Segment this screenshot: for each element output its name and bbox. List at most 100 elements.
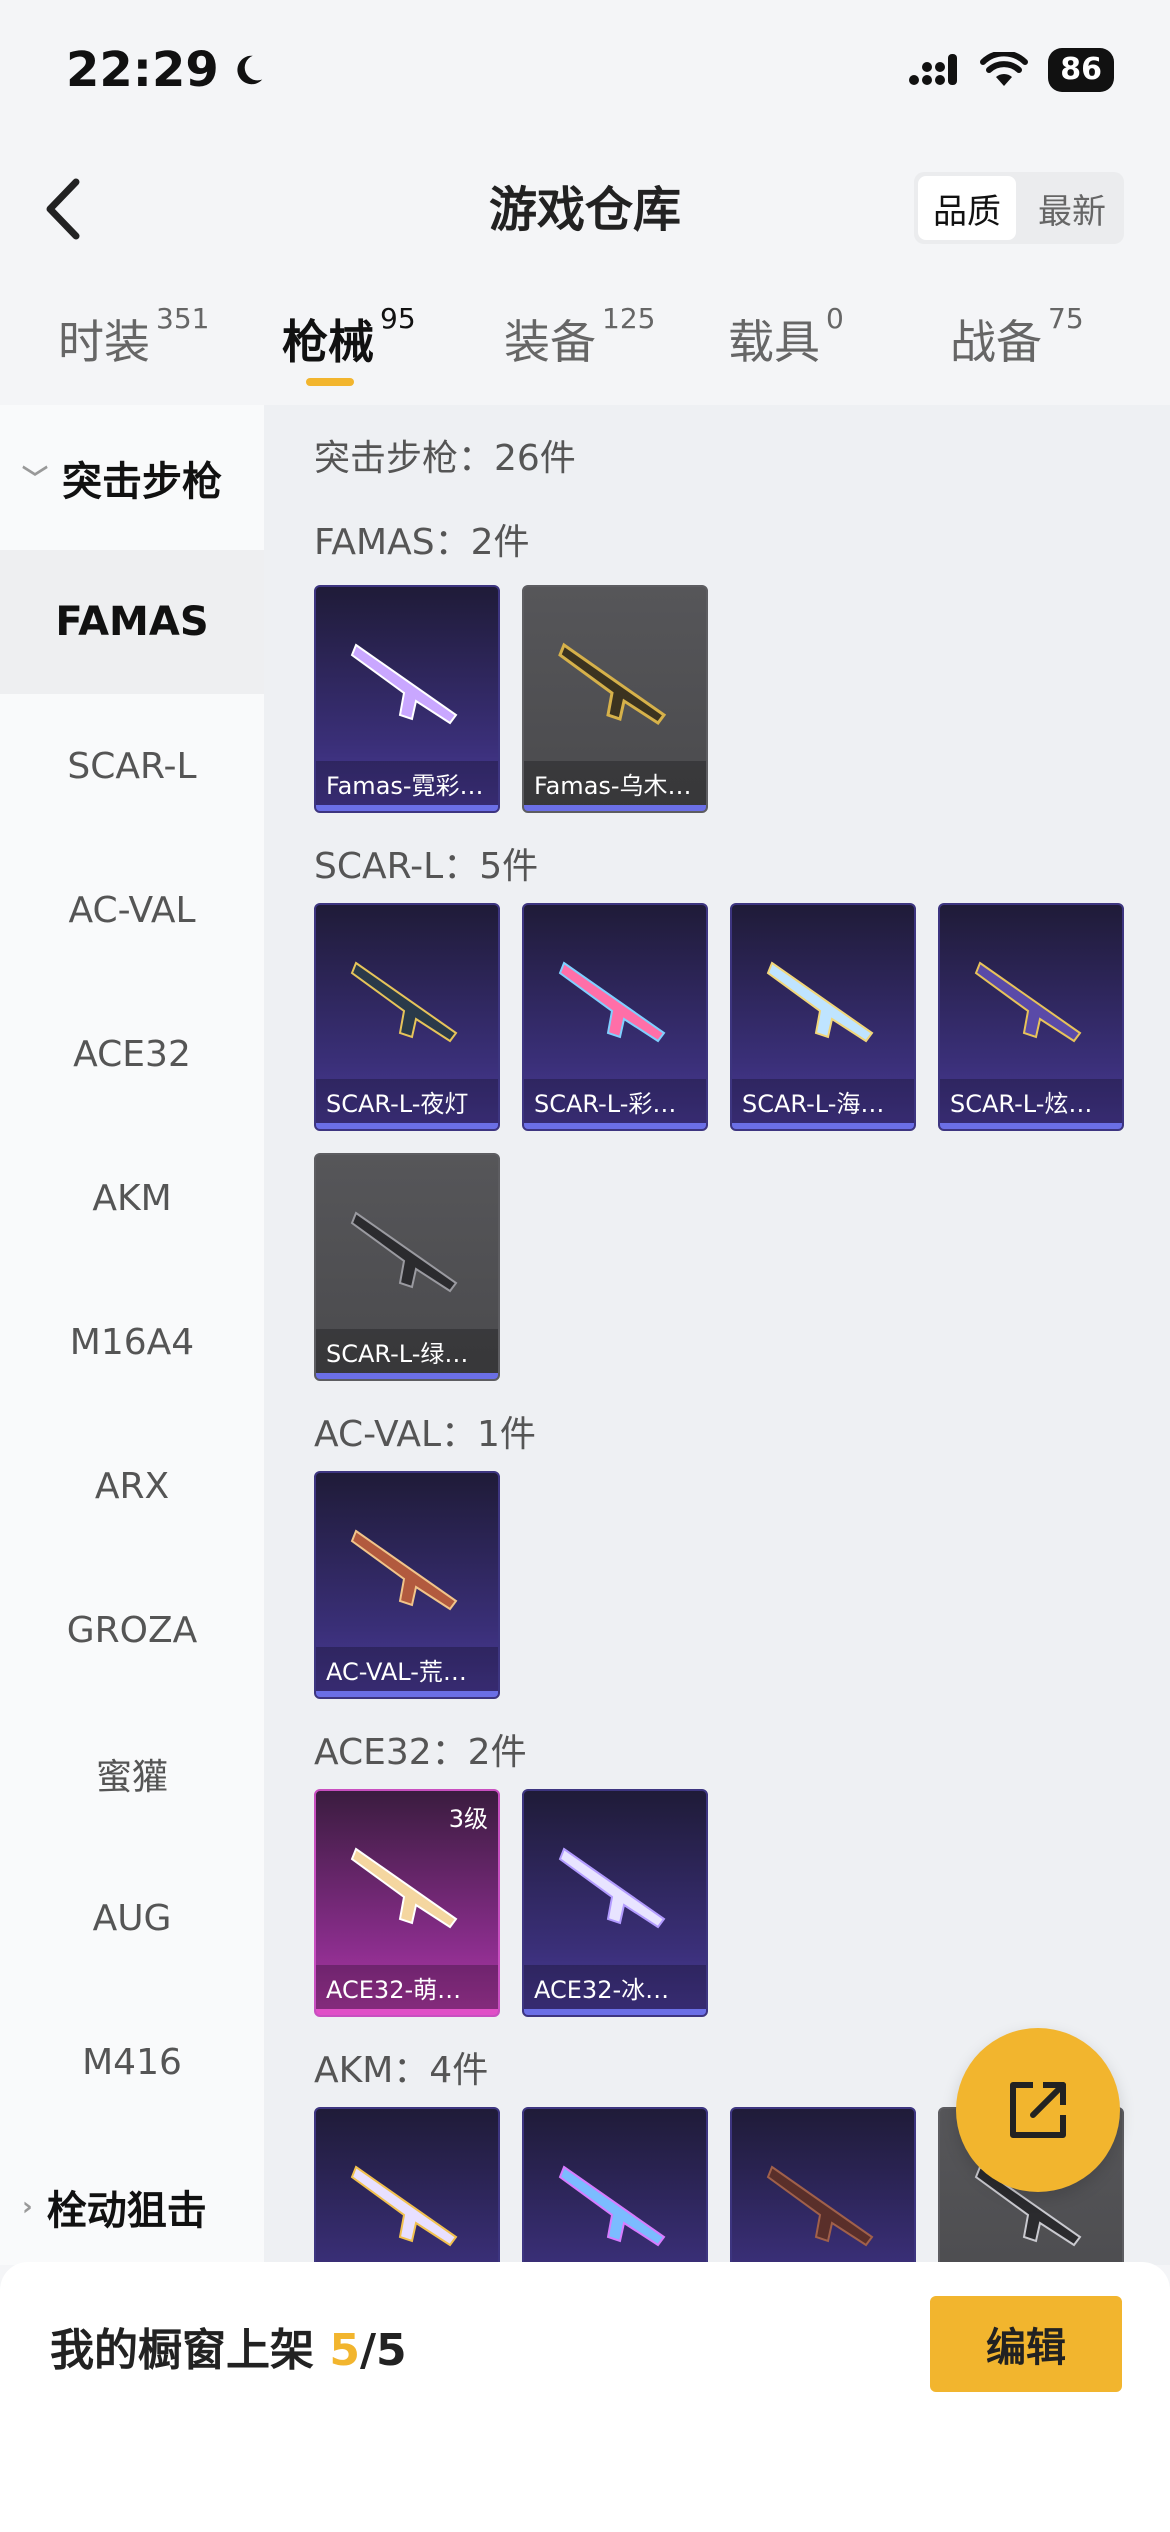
group-title-famas: FAMAS：2件 bbox=[314, 522, 530, 563]
rarity-bar bbox=[940, 1123, 1122, 1129]
tab-count: 75 bbox=[1048, 302, 1084, 335]
skin-card[interactable]: Famas-霓彩… bbox=[314, 585, 500, 813]
tab-label: 枪械 bbox=[282, 315, 374, 369]
tab-supplies[interactable]: 战备 75 bbox=[950, 302, 1084, 372]
skin-card[interactable]: SCAR-L-炫… bbox=[938, 903, 1124, 1131]
sort-option-latest[interactable]: 最新 bbox=[1020, 172, 1124, 244]
rifle-icon bbox=[558, 961, 666, 1043]
status-bar: 22:29 86 bbox=[0, 0, 1170, 140]
nav-item-m16a4[interactable]: M16A4 bbox=[0, 1270, 264, 1414]
skin-card[interactable]: SCAR-L-夜灯 bbox=[314, 903, 500, 1131]
showcase-total: /5 bbox=[359, 2325, 407, 2376]
nav-item-scar-l[interactable]: SCAR-L bbox=[0, 694, 264, 838]
clock-text: 22:29 bbox=[66, 42, 219, 98]
rarity-bar bbox=[524, 805, 706, 811]
tab-label: 载具 bbox=[728, 315, 820, 369]
sort-toggle: 品质 最新 bbox=[914, 172, 1124, 244]
skin-label: ACE32-冰… bbox=[524, 1965, 706, 2009]
rarity-bar bbox=[316, 805, 498, 811]
skin-card[interactable]: SCAR-L-彩… bbox=[522, 903, 708, 1131]
header: 游戏仓库 品质 最新 bbox=[0, 140, 1170, 270]
chevron-down-icon: ﹀ bbox=[22, 465, 49, 495]
nav-item-arx[interactable]: ARX bbox=[0, 1414, 264, 1558]
chevron-right-icon: › bbox=[22, 2191, 33, 2222]
nav-group-label: 栓动狙击 bbox=[46, 2187, 207, 2234]
tab-count: 125 bbox=[602, 302, 656, 335]
rarity-bar bbox=[316, 1691, 498, 1697]
skin-card[interactable]: Famas-乌木… bbox=[522, 585, 708, 813]
rifle-icon bbox=[350, 1529, 458, 1611]
skin-card[interactable]: ACE32-冰… bbox=[522, 1789, 708, 2017]
rifle-icon bbox=[558, 1847, 666, 1929]
showcase-status: 我的橱窗上架 5/5 bbox=[50, 2314, 407, 2378]
side-nav: ﹀ 突击步枪 FAMAS SCAR-L AC-VAL ACE32 AKM M16… bbox=[0, 405, 264, 2265]
tab-count: 0 bbox=[826, 302, 844, 335]
rarity-bar bbox=[316, 2009, 498, 2015]
nav-item-akm[interactable]: AKM bbox=[0, 1126, 264, 1270]
nav-item-honey-badger[interactable]: 蜜獾 bbox=[0, 1702, 264, 1846]
nav-item-famas[interactable]: FAMAS bbox=[0, 550, 264, 694]
share-button[interactable] bbox=[956, 2028, 1120, 2192]
skin-card[interactable]: AC-VAL-荒… bbox=[314, 1471, 500, 1699]
rifle-icon bbox=[350, 961, 458, 1043]
skin-label: SCAR-L-绿… bbox=[316, 1329, 498, 1373]
tab-count: 351 bbox=[156, 302, 210, 335]
rifle-icon bbox=[350, 1847, 458, 1929]
rarity-bar bbox=[524, 1123, 706, 1129]
rifle-icon bbox=[766, 961, 874, 1043]
skin-card[interactable]: SCAR-L-海… bbox=[730, 903, 916, 1131]
rifle-icon bbox=[350, 643, 458, 725]
rifle-icon bbox=[974, 961, 1082, 1043]
skin-label: SCAR-L-海… bbox=[732, 1079, 914, 1123]
nav-item-m416[interactable]: M416 bbox=[0, 1990, 264, 2134]
nav-item-aug[interactable]: AUG bbox=[0, 1846, 264, 1990]
battery-indicator: 86 bbox=[1048, 48, 1114, 92]
tab-vehicles[interactable]: 载具 0 bbox=[728, 302, 844, 372]
inventory-content: 突击步枪：26件 FAMAS：2件 Famas-霓彩… Famas-乌木… SC… bbox=[264, 405, 1170, 2265]
section-total: 突击步枪：26件 bbox=[314, 438, 576, 479]
status-icons: 86 bbox=[908, 48, 1114, 92]
page-title: 游戏仓库 bbox=[488, 182, 681, 238]
group-title-ac-val: AC-VAL：1件 bbox=[314, 1414, 536, 1455]
tab-fashion[interactable]: 时装 351 bbox=[58, 302, 209, 372]
skin-card[interactable]: 3级 ACE32-萌… bbox=[314, 1789, 500, 2017]
tab-label: 时装 bbox=[58, 315, 150, 369]
nav-item-groza[interactable]: GROZA bbox=[0, 1558, 264, 1702]
sort-option-quality[interactable]: 品质 bbox=[918, 176, 1016, 240]
skin-card[interactable]: SCAR-L-绿… bbox=[314, 1153, 500, 1381]
signal-icon bbox=[909, 54, 958, 85]
rarity-bar bbox=[316, 1123, 498, 1129]
group-title-ace32: ACE32：2件 bbox=[314, 1732, 527, 1773]
back-arrow-icon[interactable] bbox=[36, 174, 96, 244]
tab-label: 装备 bbox=[504, 315, 596, 369]
rifle-icon bbox=[350, 1211, 458, 1293]
category-tabs: 时装 351 枪械 95 装备 125 载具 0 战备 75 bbox=[0, 290, 1170, 400]
wifi-icon bbox=[980, 52, 1029, 86]
tab-guns[interactable]: 枪械 95 bbox=[282, 302, 416, 372]
skin-card[interactable] bbox=[314, 2107, 500, 2265]
skin-label: SCAR-L-夜灯 bbox=[316, 1079, 498, 1123]
nav-group-bolt-snipers[interactable]: › 栓动狙击 bbox=[0, 2134, 264, 2279]
edit-button[interactable]: 编辑 bbox=[930, 2296, 1122, 2392]
nav-item-ac-val[interactable]: AC-VAL bbox=[0, 838, 264, 982]
status-time: 22:29 bbox=[66, 42, 267, 98]
rarity-bar bbox=[316, 1373, 498, 1379]
skin-label: ACE32-萌… bbox=[316, 1965, 498, 2009]
nav-item-ace32[interactable]: ACE32 bbox=[0, 982, 264, 1126]
skin-label: AC-VAL-荒… bbox=[316, 1647, 498, 1691]
tab-label: 战备 bbox=[950, 315, 1042, 369]
skin-label: SCAR-L-炫… bbox=[940, 1079, 1122, 1123]
skin-card[interactable] bbox=[730, 2107, 916, 2265]
nav-group-assault-rifles[interactable]: ﹀ 突击步枪 bbox=[0, 405, 264, 550]
skin-label: SCAR-L-彩… bbox=[524, 1079, 706, 1123]
tab-equipment[interactable]: 装备 125 bbox=[504, 302, 655, 372]
group-title-scar-l: SCAR-L：5件 bbox=[314, 846, 539, 887]
rifle-icon bbox=[350, 2165, 458, 2247]
rifle-icon bbox=[558, 2165, 666, 2247]
skin-label: Famas-霓彩… bbox=[316, 761, 498, 805]
rifle-icon bbox=[766, 2165, 874, 2247]
active-tab-indicator bbox=[306, 378, 354, 386]
nav-group-label: 突击步枪 bbox=[62, 458, 223, 505]
rarity-bar bbox=[524, 2009, 706, 2015]
skin-card[interactable] bbox=[522, 2107, 708, 2265]
